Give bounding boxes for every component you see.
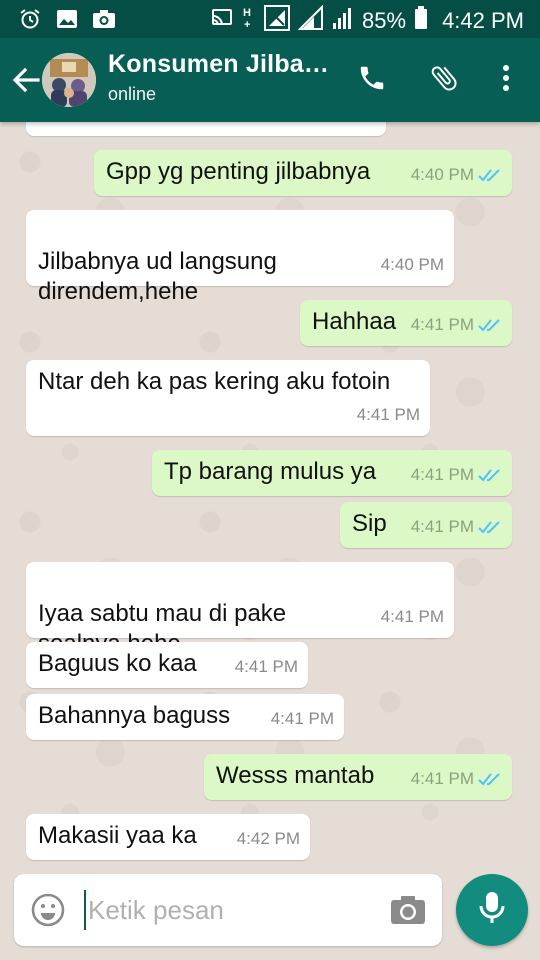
message-meta: 4:42 PM	[237, 824, 300, 854]
emoji-button[interactable]	[30, 892, 66, 928]
message-meta: 4:40 PM	[381, 250, 444, 280]
double-check-icon	[478, 169, 500, 182]
message-bubble-in[interactable]: Iyaa sabtu mau di pake soalnya,hehe 4:41…	[26, 562, 454, 657]
status-bar: H + 85% 4:42 PM	[0, 0, 540, 38]
back-button[interactable]	[8, 62, 44, 98]
message-bubble-out[interactable]: Wesss mantab 4:41 PM	[204, 754, 512, 800]
message-bubble-in[interactable]: Bahannya baguss 4:41 PM	[26, 694, 344, 740]
contact-info[interactable]: Konsumen Jilbab… online	[108, 50, 344, 105]
svg-text:H: H	[243, 7, 251, 19]
message-text: Bahannya baguss	[38, 702, 231, 729]
emoji-icon	[30, 893, 66, 932]
message-meta: 4:41 PM	[235, 652, 298, 682]
message-bubble-out[interactable]: Sip 4:41 PM	[340, 502, 512, 548]
message-time: 4:41 PM	[410, 315, 474, 334]
hplus-network-icon: H +	[242, 5, 256, 37]
message-time: 4:41 PM	[234, 657, 298, 676]
arrow-left-icon	[8, 67, 44, 102]
battery-percent: 85%	[362, 8, 407, 33]
message-bubble-out[interactable]: Gpp yg penting jilbabnya 4:40 PM	[94, 150, 512, 196]
wifi-off-icon	[264, 5, 291, 37]
message-text: Hahhaa	[312, 308, 397, 335]
message-meta: 4:41 PM	[357, 400, 420, 430]
camera-icon	[390, 896, 426, 930]
message-bubble-out[interactable]: Hahhaa 4:41 PM	[300, 300, 512, 346]
message-time: 4:42 PM	[236, 829, 300, 848]
message-meta: 4:41 PM	[411, 310, 502, 340]
message-meta: 4:41 PM	[411, 764, 502, 794]
message-text: Jilbabnya ud langsung direndem,hehe	[38, 248, 277, 305]
message-text: Makasii yaa ka	[38, 822, 197, 849]
message-meta: 4:41 PM	[271, 704, 334, 734]
camera-button[interactable]	[390, 894, 426, 926]
message-time: 4:41 PM	[380, 607, 444, 626]
message-input[interactable]	[84, 890, 374, 930]
message-text: Wesss mantab	[216, 762, 375, 789]
message-time: 4:41 PM	[410, 465, 474, 484]
phone-icon	[357, 63, 387, 98]
alarm-icon	[18, 7, 42, 36]
message-time: 4:41 PM	[270, 709, 334, 728]
message-meta: 4:41 PM	[411, 460, 502, 490]
contact-avatar[interactable]	[42, 53, 96, 107]
signal-icon-2	[332, 6, 354, 36]
message-time: 4:40 PM	[380, 255, 444, 274]
voice-call-button[interactable]	[352, 60, 392, 100]
double-check-icon	[478, 319, 500, 332]
status-bar-notifications	[18, 7, 116, 36]
svg-text:+: +	[244, 19, 250, 31]
attach-button[interactable]	[424, 60, 464, 100]
double-check-icon	[478, 469, 500, 482]
double-check-icon	[478, 773, 500, 786]
message-meta: 4:41 PM	[411, 512, 502, 542]
message-text: Baguus ko kaa	[38, 650, 197, 677]
message-text: Gpp yg penting jilbabnya	[106, 158, 371, 185]
status-bar-system: H + 85% 4:42 PM	[210, 4, 524, 37]
camera-status-icon	[92, 8, 116, 35]
message-composer	[14, 874, 442, 946]
gallery-icon	[56, 8, 78, 35]
battery-icon	[414, 6, 428, 36]
status-time: 4:42 PM	[442, 8, 524, 33]
message-bubble-in[interactable]: Baguus ko kaa 4:41 PM	[26, 642, 308, 688]
message-time: 4:40 PM	[410, 165, 474, 184]
message-meta: 4:41 PM	[381, 602, 444, 632]
more-options-button[interactable]	[486, 60, 526, 100]
paperclip-icon	[428, 62, 460, 99]
more-vert-icon	[500, 63, 512, 98]
message-bubble-in[interactable]: Ntar deh ka pas kering aku fotoin 4:41 P…	[26, 360, 430, 436]
message-text: Sip	[352, 510, 387, 537]
message-time: 4:41 PM	[410, 769, 474, 788]
message-bubble-in[interactable]: Jilbabnya ud langsung direndem,hehe 4:40…	[26, 210, 454, 305]
message-meta: 4:40 PM	[411, 160, 502, 190]
chat-messages[interactable]: Gpp yg penting jilbabnya 4:40 PM Jilbabn…	[0, 122, 540, 870]
message-bubble-partial[interactable]	[26, 122, 386, 136]
double-check-icon	[478, 521, 500, 534]
message-time: 4:41 PM	[356, 405, 420, 424]
microphone-icon	[477, 890, 507, 931]
contact-status: online	[108, 84, 157, 104]
message-bubble-in[interactable]: Makasii yaa ka 4:42 PM	[26, 814, 310, 860]
message-bubble-out[interactable]: Tp barang mulus ya 4:41 PM	[152, 450, 512, 496]
signal-icon-1	[297, 4, 324, 37]
voice-message-button[interactable]	[456, 874, 528, 946]
message-text: Ntar deh ka pas kering aku fotoin	[38, 368, 391, 395]
contact-name: Konsumen Jilbab…	[108, 50, 344, 78]
message-time: 4:41 PM	[410, 517, 474, 536]
message-text: Tp barang mulus ya	[164, 458, 377, 485]
cast-icon	[210, 7, 234, 35]
chat-header: Konsumen Jilbab… online	[0, 38, 540, 122]
